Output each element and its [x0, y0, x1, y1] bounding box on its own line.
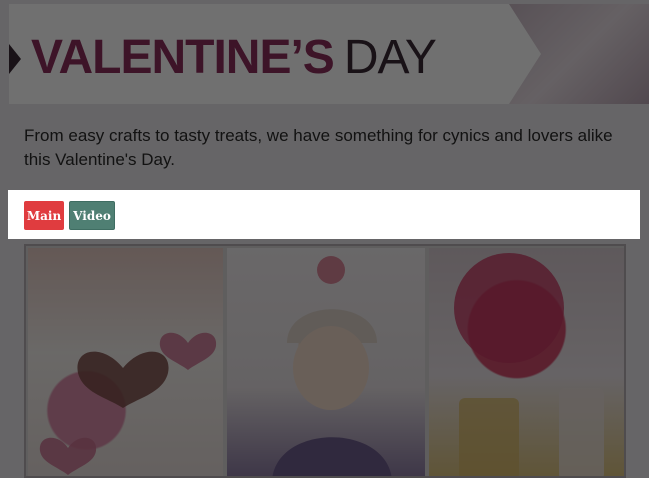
tab-main[interactable]: Main: [24, 201, 64, 230]
girl-in-knit-hat-photo[interactable]: [227, 248, 425, 476]
dim-overlay-right: [640, 190, 649, 239]
valentines-day-banner: VALENTINE’S DAY: [9, 4, 649, 104]
banner-left-arrow-icon: [9, 44, 21, 74]
flowers-and-drinks-photo[interactable]: [429, 248, 624, 476]
banner-title-bold: VALENTINE’S: [31, 31, 335, 84]
intro-section: From easy crafts to tasty treats, we hav…: [9, 110, 640, 190]
photo-gallery: [24, 244, 626, 478]
banner-title: VALENTINE’S DAY: [31, 30, 437, 86]
banner-chevron-icon: [461, 4, 541, 104]
tab-bar: Main Video: [8, 190, 640, 239]
banner-title-light: DAY: [343, 31, 437, 84]
knit-hat-icon: [272, 256, 392, 476]
heart-cookies-photo[interactable]: [28, 248, 223, 476]
heart-cookie-icon: [39, 332, 217, 475]
tab-video[interactable]: Video: [69, 201, 115, 230]
intro-text: From easy crafts to tasty treats, we hav…: [24, 126, 613, 169]
flower-glass-icon: [454, 253, 604, 476]
dim-overlay-left: [0, 190, 8, 239]
